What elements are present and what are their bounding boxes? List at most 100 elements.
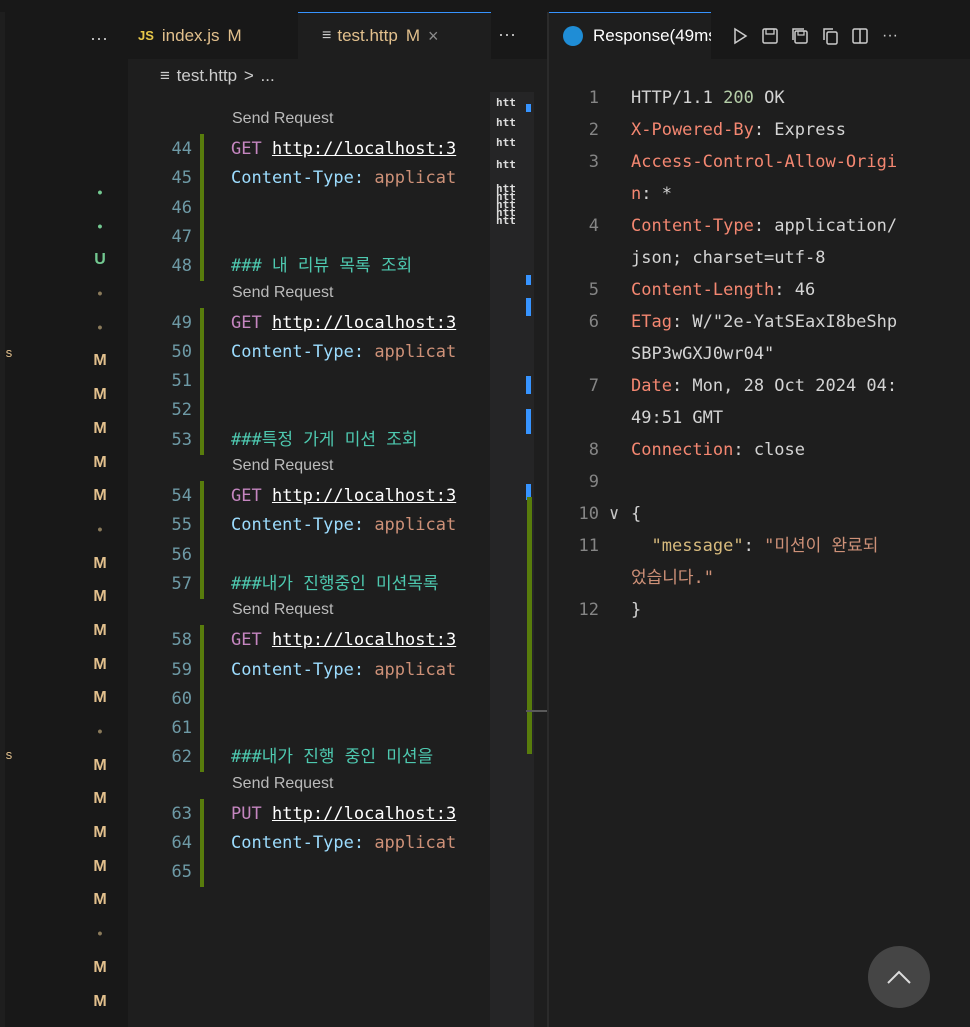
header-value: applicat <box>374 341 457 362</box>
save-icon[interactable] <box>755 24 785 48</box>
chevron-up-icon <box>887 970 911 984</box>
header-name: Content-Type: <box>231 341 365 362</box>
response-token: : W/"2e-YatSEaxI8beShp <box>671 312 898 332</box>
code-line[interactable]: 54 GET http://localhost:3 <box>128 481 490 511</box>
breadcrumb-file[interactable]: test.http <box>177 66 237 85</box>
code-line[interactable]: 58 GET http://localhost:3 <box>128 625 490 656</box>
request-line: GET http://localhost:3 <box>231 481 456 511</box>
split-editor-icon[interactable] <box>845 24 875 48</box>
code-editor[interactable]: Send Request 44 GET http://localhost:3 45 Co… <box>128 87 490 1027</box>
minimap-line: htt <box>496 96 516 109</box>
code-line[interactable]: 49 GET http://localhost:3 <box>128 307 490 338</box>
git-change-bar <box>200 307 204 338</box>
code-line[interactable]: 62 ###내가 진행 중인 미션을 <box>128 742 490 773</box>
code-line[interactable]: 46 <box>128 192 490 223</box>
response-token: "미션이 완료되 <box>764 536 879 556</box>
close-icon[interactable]: × <box>428 26 439 47</box>
response-text: json; charset=utf-8 <box>631 242 825 274</box>
git-status-badge: M <box>93 756 107 774</box>
tab-response[interactable]: Response(49ms) <box>549 12 711 59</box>
git-status-badge: U <box>94 251 106 269</box>
send-request-link[interactable]: Send Request <box>232 599 333 621</box>
header-value: applicat <box>374 515 457 536</box>
request-url[interactable]: http://localhost:3 <box>272 313 456 333</box>
code-line[interactable]: 51 <box>128 366 490 397</box>
code-line[interactable]: 59 Content-Type: applicat <box>128 654 490 685</box>
line-number: 11 <box>578 536 599 556</box>
git-status-badge: M <box>93 655 107 673</box>
more-icon[interactable]: ··· <box>875 24 905 48</box>
header-line: Content-Type: applicat <box>231 510 456 540</box>
line-number: 2 <box>588 120 599 140</box>
code-line[interactable]: 56 <box>128 539 490 570</box>
line-number: 50 <box>171 341 192 362</box>
code-line[interactable]: 47 <box>128 221 490 252</box>
code-line[interactable]: 50 Content-Type: applicat <box>128 336 490 367</box>
response-token: HTTP/1.1 <box>631 88 724 108</box>
code-line[interactable]: 53 ###특정 가게 미션 조회 <box>128 424 490 455</box>
response-text: } <box>631 594 641 626</box>
code-line[interactable]: 63 PUT http://localhost:3 <box>128 798 490 829</box>
request-url[interactable]: http://localhost:3 <box>272 630 456 650</box>
run-icon[interactable] <box>725 24 755 48</box>
explorer-more-button[interactable]: ··· <box>90 28 108 49</box>
minimap-line: htt <box>496 136 516 149</box>
code-line[interactable]: 45 Content-Type: applicat <box>128 163 490 194</box>
breadcrumb-rest[interactable]: ... <box>261 66 275 85</box>
clipped-file-name[interactable]: s <box>5 346 13 361</box>
code-line[interactable]: 52 <box>128 395 490 426</box>
request-line: GET http://localhost:3 <box>231 134 456 164</box>
line-number: 54 <box>171 486 192 506</box>
code-line[interactable]: 61 <box>128 713 490 744</box>
editor-tab-bar: JS index.js M ≡ test.http M × ··· <box>128 12 547 59</box>
git-status-badge: M <box>93 588 107 606</box>
code-line[interactable]: 48 ### 내 리뷰 목록 조회 <box>128 251 490 282</box>
editor-scrollbar[interactable] <box>534 92 547 1027</box>
git-status-badge: M <box>93 857 107 875</box>
git-change-bar <box>200 163 204 194</box>
header-line: Content-Type: applicat <box>231 163 456 193</box>
response-token: Content-Length <box>631 280 775 300</box>
modified-badge: M <box>405 26 420 45</box>
git-change-bar <box>200 336 204 367</box>
code-line[interactable]: 60 <box>128 683 490 714</box>
send-request-link[interactable]: Send Request <box>232 455 333 477</box>
send-request-link[interactable]: Send Request <box>232 108 333 130</box>
git-status-badge: M <box>93 352 107 370</box>
git-change-bar <box>200 221 204 252</box>
code-line[interactable]: 57 ###내가 진행중인 미션목록 <box>128 568 490 599</box>
http-file-icon: ≡ <box>160 66 170 85</box>
line-number: 65 <box>171 862 192 883</box>
code-line[interactable]: 64 Content-Type: applicat <box>128 828 490 858</box>
response-token: : close <box>733 440 806 460</box>
tab-index-js[interactable]: JS index.js M <box>128 12 298 59</box>
line-number: 59 <box>171 659 192 680</box>
send-request-link[interactable]: Send Request <box>232 773 333 795</box>
request-url[interactable]: http://localhost:3 <box>272 486 456 506</box>
http-method: GET <box>231 630 262 651</box>
send-request-link[interactable]: Send Request <box>232 282 333 304</box>
copy-icon[interactable] <box>815 24 845 48</box>
request-url[interactable]: http://localhost:3 <box>272 804 456 824</box>
minimap-change-marker <box>527 497 532 754</box>
response-token: json; charset=utf-8 <box>631 248 826 268</box>
fold-chevron-icon[interactable]: ∨ <box>609 498 619 530</box>
minimap-marker <box>526 275 531 285</box>
code-line[interactable]: 65 <box>128 857 490 888</box>
editor-more-actions-button[interactable]: ··· <box>498 24 516 45</box>
save-body-icon[interactable] <box>785 24 815 48</box>
request-line: PUT http://localhost:3 <box>231 799 456 829</box>
code-line[interactable]: 44 GET http://localhost:3 <box>128 134 490 164</box>
line-number: 46 <box>171 197 192 218</box>
line-number: 60 <box>171 688 192 709</box>
clipped-file-name[interactable]: s <box>5 748 13 763</box>
tab-test-http[interactable]: ≡ test.http M × <box>298 12 491 59</box>
git-status-badge: M <box>93 992 107 1010</box>
request-url[interactable]: http://localhost:3 <box>272 139 456 159</box>
header-name: Content-Type: <box>231 659 365 680</box>
scroll-to-top-button[interactable] <box>868 946 930 1008</box>
git-status-badge: M <box>93 453 107 471</box>
minimap-line: htt <box>496 214 516 227</box>
line-number: 51 <box>171 371 192 392</box>
code-line[interactable]: 55 Content-Type: applicat <box>128 510 490 541</box>
